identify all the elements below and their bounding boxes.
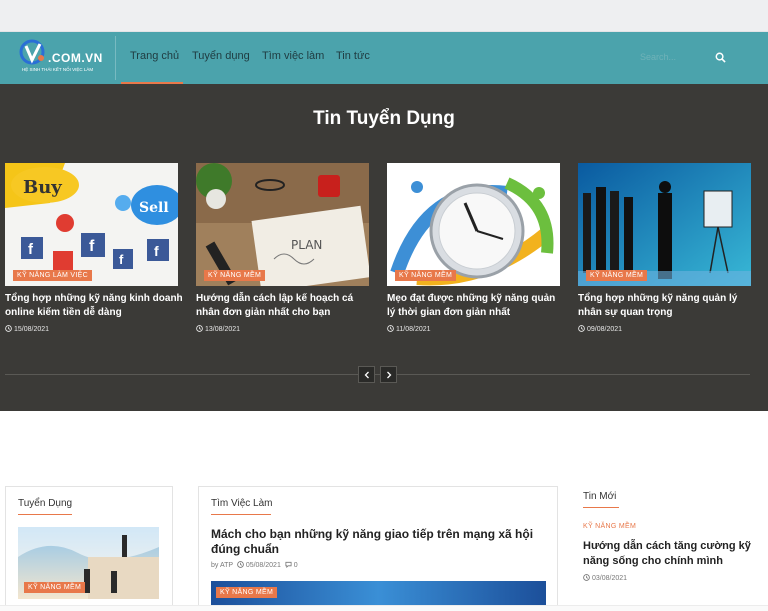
card-date: 11/08/2021 [387, 325, 431, 333]
nav-item-find-jobs[interactable]: Tìm việc làm [262, 50, 324, 62]
card-date-text: 15/08/2021 [14, 326, 50, 333]
find-jobs-box-underline [211, 514, 271, 515]
card-category-tag[interactable]: Kỹ năng mềm [204, 270, 266, 281]
search-input[interactable] [640, 48, 710, 66]
search-icon[interactable] [715, 52, 726, 63]
card-image[interactable]: PLAN [196, 163, 369, 286]
card-date: 13/08/2021 [196, 325, 240, 333]
latest-news-post-title[interactable]: Hướng dẫn cách tăng cường kỹ năng sống c… [583, 539, 753, 569]
post-author[interactable]: by ATP [211, 562, 233, 569]
card-date-text: 13/08/2021 [205, 326, 241, 333]
latest-news-underline [583, 507, 619, 508]
card-title[interactable]: Tổng hợp những kỹ năng kinh doanh online… [5, 292, 183, 320]
svg-text:f: f [89, 238, 95, 255]
recruitment-box-title[interactable]: Tuyển Dụng [18, 498, 72, 509]
card-image[interactable]: Buy Sell f f f f [5, 163, 178, 286]
latest-news-date: 03/08/2021 [592, 575, 628, 582]
chevron-right-icon [387, 371, 392, 379]
post-comment-count[interactable]: 0 [294, 562, 298, 569]
card-date: 09/08/2021 [578, 325, 622, 333]
svg-text:f: f [119, 252, 124, 267]
post-date: 05/08/2021 [245, 562, 281, 569]
card-date: 15/08/2021 [5, 325, 49, 333]
clock-icon [387, 325, 394, 332]
nav-item-recruitment[interactable]: Tuyển dụng [192, 50, 250, 62]
latest-news-post-meta: 03/08/2021 [583, 574, 627, 582]
slider-next-button[interactable] [380, 366, 397, 383]
card-category-tag[interactable]: Kỹ năng mềm [586, 270, 648, 281]
chevron-left-icon [364, 371, 369, 379]
svg-text:f: f [154, 243, 159, 259]
card-title[interactable]: Hướng dẫn cách lập kế hoạch cá nhân đơn … [196, 292, 374, 320]
card-image[interactable] [387, 163, 560, 286]
card-date-text: 11/08/2021 [396, 326, 431, 333]
comment-icon [285, 561, 292, 568]
svg-text:Sell: Sell [139, 200, 169, 216]
latest-news-title[interactable]: Tin Mới [583, 491, 616, 502]
svg-text:Buy: Buy [23, 177, 62, 198]
card-date-text: 09/08/2021 [587, 326, 623, 333]
clock-icon [196, 325, 203, 332]
latest-news-tag[interactable]: Kỹ năng mềm [583, 523, 636, 530]
card-title[interactable]: Mẹo đạt được những kỹ năng quản lý thời … [387, 292, 565, 320]
nav-divider [115, 36, 116, 80]
hero-title: Tin Tuyển Dụng [313, 108, 455, 129]
card-category-tag[interactable]: Kỹ năng mềm [395, 270, 457, 281]
nav-item-home[interactable]: Trang chủ [130, 50, 179, 62]
clock-icon [583, 574, 590, 581]
logo-icon [19, 39, 45, 65]
logo-text: .COM.VN [48, 51, 103, 65]
card-category-tag[interactable]: Kỹ năng làm việc [13, 270, 92, 281]
slider-prev-button[interactable] [358, 366, 375, 383]
clock-icon [578, 325, 585, 332]
slider-divider [5, 374, 750, 375]
card-title[interactable]: Tổng hợp những kỹ năng quản lý nhân sự q… [578, 292, 756, 320]
find-jobs-box-title[interactable]: Tìm Việc Làm [211, 498, 273, 509]
bottom-strip [0, 605, 768, 611]
svg-text:PLAN: PLAN [291, 238, 322, 252]
clock-icon [236, 561, 244, 568]
find-jobs-post-tag[interactable]: Kỹ năng mềm [216, 587, 278, 598]
recruitment-box-underline [18, 514, 72, 515]
find-jobs-post-meta: by ATP 05/08/2021 0 [211, 561, 298, 569]
logo-tagline: HỆ SINH THÁI KẾT NỐI VIỆC LÀM [22, 67, 94, 72]
browser-top-strip [0, 0, 768, 32]
clock-icon [5, 325, 12, 332]
find-jobs-post-title[interactable]: Mách cho bạn những kỹ năng giao tiếp trê… [211, 527, 546, 557]
nav-item-news[interactable]: Tin tức [336, 50, 370, 62]
site-logo[interactable]: .COM.VN HỆ SINH THÁI KẾT NỐI VIỆC LÀM [18, 38, 106, 78]
recruitment-post-tag[interactable]: Kỹ năng mềm [24, 582, 86, 593]
card-image[interactable] [578, 163, 751, 286]
